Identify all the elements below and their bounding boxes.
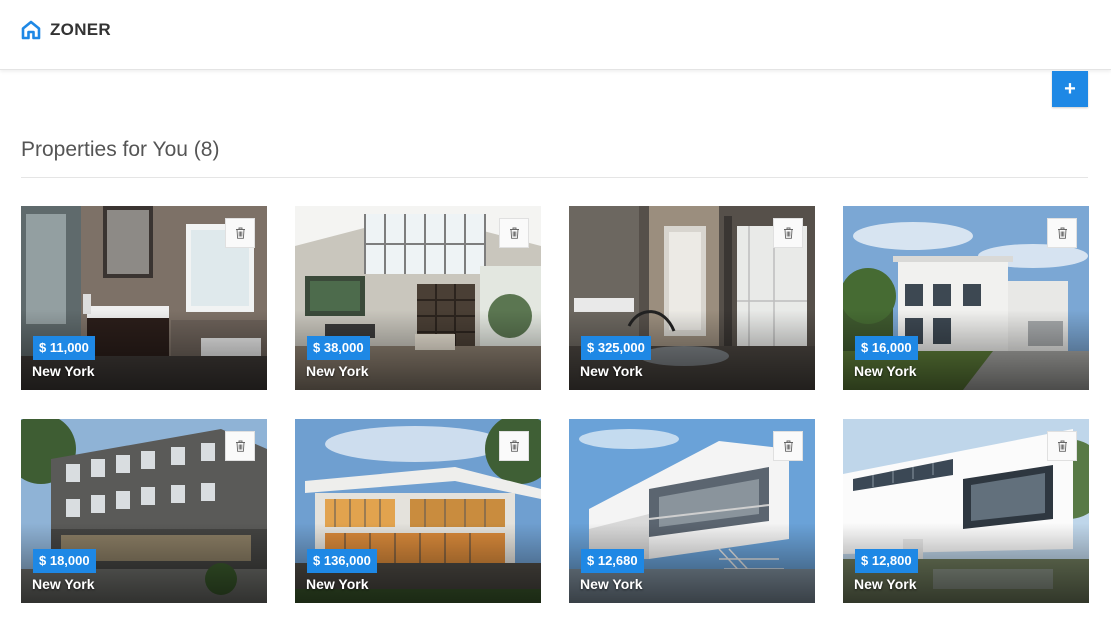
city-label: New York bbox=[32, 576, 95, 592]
price-badge: $ 12,680 bbox=[581, 549, 644, 573]
add-property-button[interactable]: + bbox=[1052, 71, 1088, 107]
trash-icon bbox=[235, 227, 245, 239]
city-label: New York bbox=[580, 576, 643, 592]
trash-icon bbox=[1057, 227, 1067, 239]
trash-icon bbox=[783, 440, 793, 452]
delete-button[interactable] bbox=[225, 431, 255, 461]
property-card[interactable]: $ 11,000 New York bbox=[21, 206, 267, 390]
delete-button[interactable] bbox=[1047, 431, 1077, 461]
delete-button[interactable] bbox=[225, 218, 255, 248]
city-label: New York bbox=[306, 363, 369, 379]
price-badge: $ 38,000 bbox=[307, 336, 370, 360]
property-card[interactable]: $ 12,800 New York bbox=[843, 419, 1089, 603]
price-badge: $ 325,000 bbox=[581, 336, 651, 360]
delete-button[interactable] bbox=[773, 218, 803, 248]
city-label: New York bbox=[32, 363, 95, 379]
page-title: Properties for You (8) bbox=[21, 138, 220, 161]
city-label: New York bbox=[580, 363, 643, 379]
property-card[interactable]: $ 325,000 New York bbox=[569, 206, 815, 390]
property-card[interactable]: $ 136,000 New York bbox=[295, 419, 541, 603]
delete-button[interactable] bbox=[1047, 218, 1077, 248]
property-card[interactable]: $ 38,000 New York bbox=[295, 206, 541, 390]
property-card[interactable]: $ 18,000 New York bbox=[21, 419, 267, 603]
trash-icon bbox=[509, 440, 519, 452]
top-bar: ZONER bbox=[0, 0, 1111, 70]
trash-icon bbox=[783, 227, 793, 239]
trash-icon bbox=[235, 440, 245, 452]
city-label: New York bbox=[306, 576, 369, 592]
property-card[interactable]: $ 12,680 New York bbox=[569, 419, 815, 603]
price-badge: $ 12,800 bbox=[855, 549, 918, 573]
price-badge: $ 16,000 bbox=[855, 336, 918, 360]
trash-icon bbox=[1057, 440, 1067, 452]
property-card[interactable]: $ 16,000 New York bbox=[843, 206, 1089, 390]
city-label: New York bbox=[854, 363, 917, 379]
price-badge: $ 136,000 bbox=[307, 549, 377, 573]
price-badge: $ 18,000 bbox=[33, 549, 96, 573]
divider bbox=[21, 177, 1088, 178]
delete-button[interactable] bbox=[773, 431, 803, 461]
delete-button[interactable] bbox=[499, 431, 529, 461]
property-grid: $ 11,000 New York $ 38,000 New York $ 32… bbox=[21, 206, 1089, 603]
city-label: New York bbox=[854, 576, 917, 592]
price-badge: $ 11,000 bbox=[33, 336, 95, 360]
home-icon bbox=[21, 20, 41, 40]
delete-button[interactable] bbox=[499, 218, 529, 248]
brand[interactable]: ZONER bbox=[21, 20, 111, 40]
trash-icon bbox=[509, 227, 519, 239]
brand-name: ZONER bbox=[50, 20, 111, 39]
